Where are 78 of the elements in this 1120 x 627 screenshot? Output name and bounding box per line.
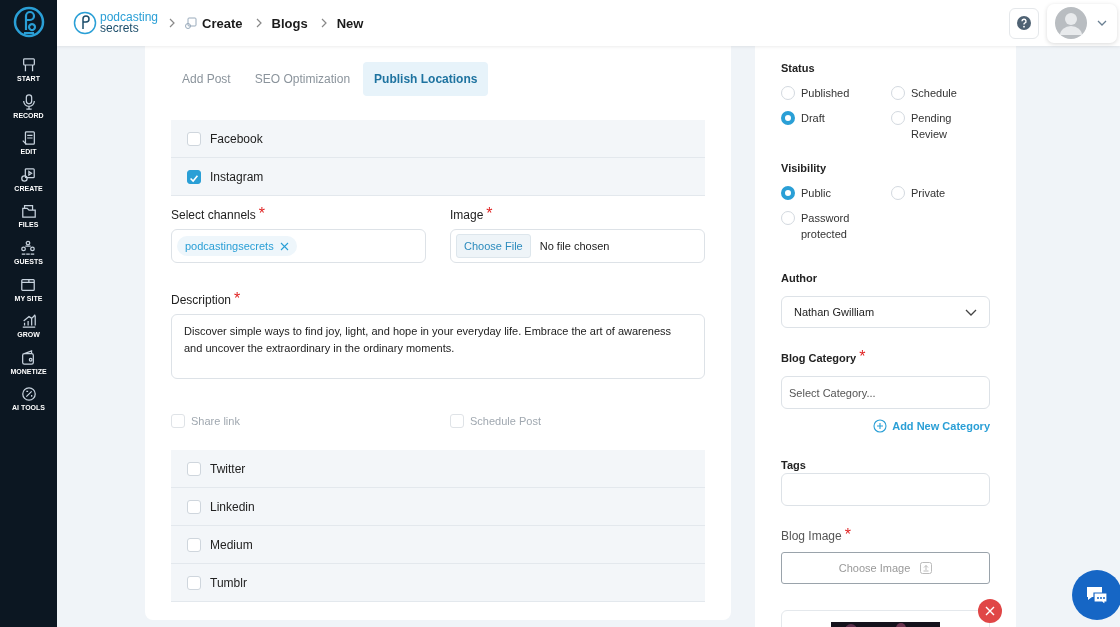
radio-label: Public [801, 186, 832, 201]
chevron-right-icon [254, 17, 263, 29]
microphone-icon [20, 93, 37, 110]
checkbox-label: Linkedin [210, 499, 255, 514]
checkbox[interactable] [187, 131, 201, 146]
checkbox-label: Schedule Post [470, 415, 541, 427]
required-mark: * [234, 290, 241, 308]
folder-icon [20, 203, 37, 220]
checkbox-label: Tumblr [210, 575, 247, 590]
author-select[interactable]: Nathan Gwilliam [781, 296, 990, 328]
remove-image-button[interactable] [978, 599, 1002, 623]
people-icon [20, 239, 37, 256]
field-label: Description [171, 293, 232, 307]
checkbox-label: Facebook [210, 131, 263, 146]
choose-file-button[interactable]: Choose File [456, 234, 531, 258]
close-icon [279, 241, 289, 251]
checkbox[interactable] [187, 499, 201, 514]
checkbox-label: Instagram [210, 169, 264, 184]
field-label: Blog Image [781, 529, 842, 543]
checkbox-label: Share link [191, 415, 240, 427]
checkbox[interactable] [187, 537, 201, 552]
field-label: Select channels [171, 208, 256, 222]
growth-chart-icon [20, 313, 37, 330]
help-icon [1017, 16, 1031, 30]
checkbox[interactable] [187, 575, 201, 590]
description-field[interactable]: Discover simple ways to find joy, light, and hope in your everyday life. Embrace the art of awareness and uncover the extraordinary in the ordinary moments. [171, 314, 705, 379]
logo-icon [12, 6, 45, 38]
section-label: Blog Category [781, 352, 857, 364]
ai-tool-icon [20, 386, 37, 403]
required-mark: * [258, 205, 265, 223]
tab[interactable]: Publish Locations [363, 62, 489, 96]
breadcrumb-link[interactable]: Blogs [271, 15, 308, 31]
radio-label: Published [801, 86, 851, 101]
plus-icon [873, 419, 888, 433]
section-label: Author [781, 272, 818, 284]
radio-label: Pending Review [911, 111, 953, 142]
account-menu[interactable] [1047, 3, 1117, 43]
radio-button[interactable] [781, 186, 795, 200]
chevron-down-icon [965, 308, 977, 316]
media-icon [184, 17, 198, 29]
tags-field[interactable] [781, 473, 990, 506]
checkbox[interactable] [187, 169, 201, 184]
required-mark: * [486, 205, 493, 223]
tag-label: podcastingsecrets [185, 240, 274, 252]
easel-icon [20, 57, 37, 73]
chat-icon [1085, 584, 1109, 606]
close-icon [985, 606, 995, 616]
avatar-icon [1055, 7, 1087, 39]
chevron-right-icon [319, 17, 328, 29]
section-label: Visibility [781, 162, 828, 174]
required-mark: * [859, 348, 866, 366]
field-label: Image [450, 208, 484, 222]
radio-label: Draft [801, 111, 826, 126]
breadcrumb-link[interactable]: Create [202, 15, 243, 31]
breadcrumb-link[interactable]: New [336, 15, 364, 31]
radio-label: Schedule [911, 86, 958, 101]
chevron-down-icon [1097, 20, 1107, 26]
radio-label: Password protected [801, 211, 851, 242]
section-label: Status [781, 62, 816, 74]
file-status: No file chosen [539, 240, 610, 252]
document-icon [20, 130, 37, 147]
media-icon [20, 166, 37, 183]
chevron-right-icon [168, 17, 177, 29]
upload-icon [920, 562, 933, 574]
section-label: Tags [781, 459, 806, 471]
help-button[interactable] [1009, 7, 1039, 39]
chat-button[interactable] [1072, 570, 1120, 620]
radio-label: Private [911, 186, 947, 201]
wallet-icon [20, 349, 37, 366]
brand-logo[interactable]: podcasting secrets [73, 11, 159, 35]
checkbox-label: Medium [210, 537, 253, 552]
category-select[interactable]: Select Category... [781, 376, 990, 409]
checkbox-label: Twitter [210, 461, 246, 476]
browser-icon [20, 276, 37, 293]
file-input[interactable]: Choose File No file chosen [450, 229, 705, 263]
checkbox[interactable] [187, 461, 201, 476]
required-mark: * [844, 526, 851, 544]
radio-button[interactable] [781, 111, 795, 125]
